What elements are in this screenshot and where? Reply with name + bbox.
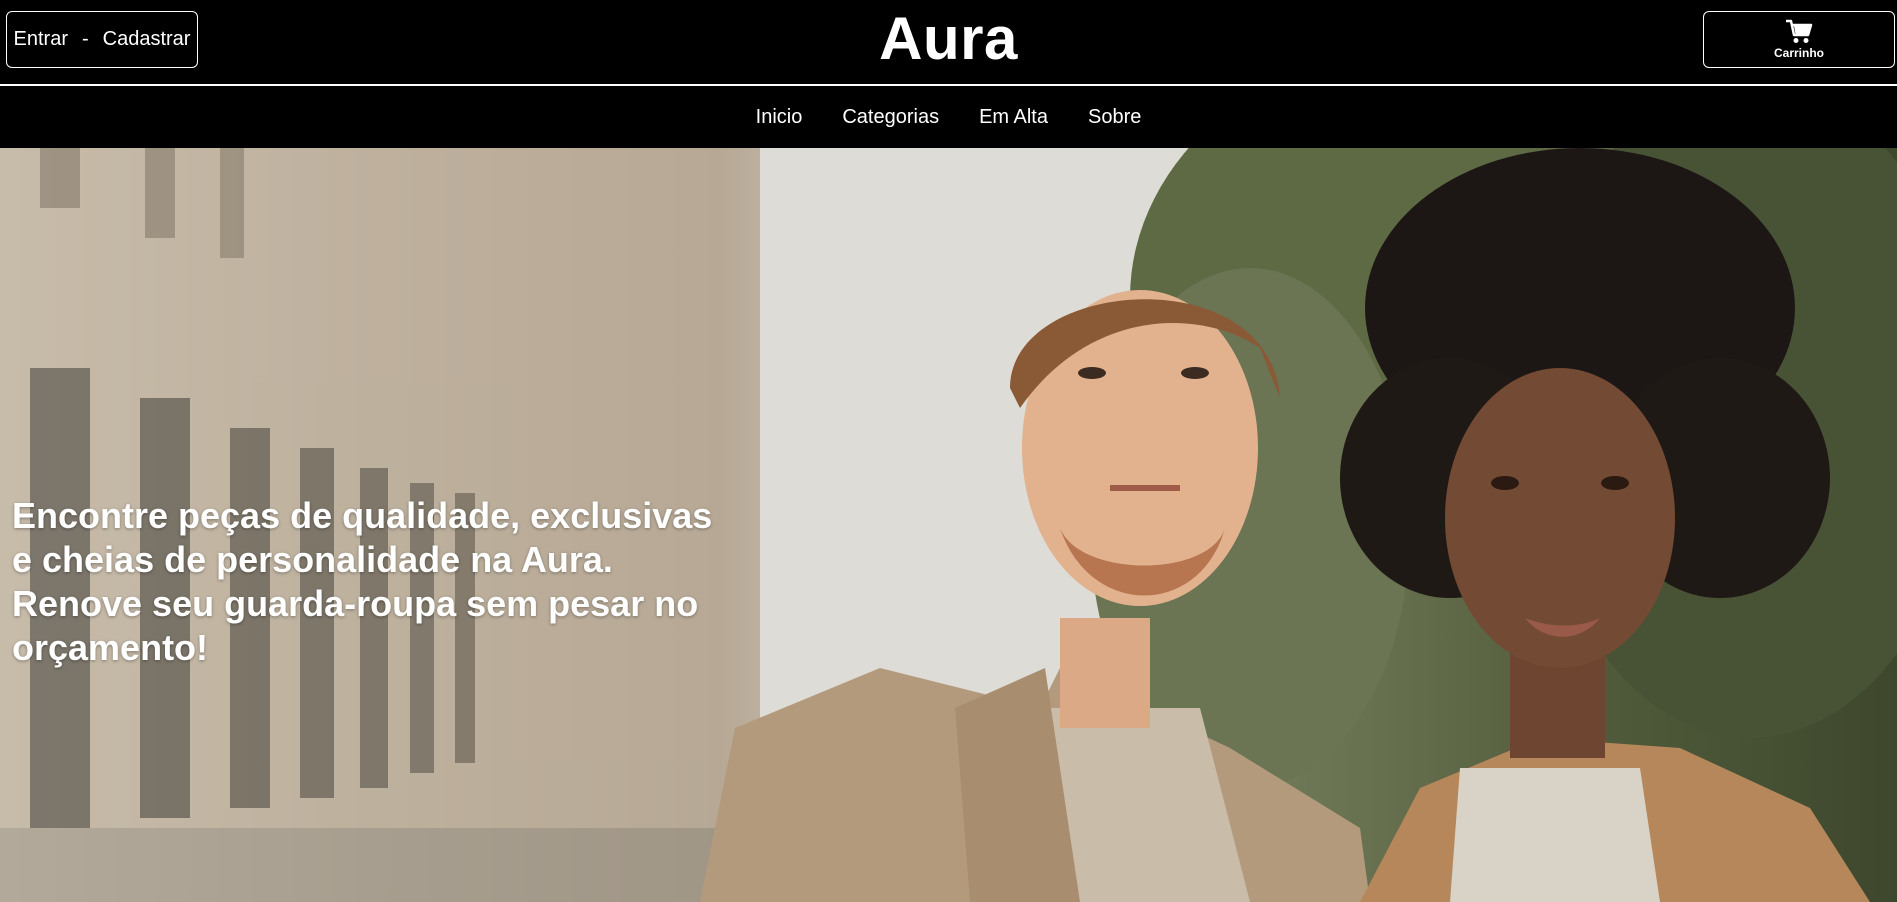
cart-icon	[1786, 19, 1813, 43]
nav-item-categorias[interactable]: Categorias	[842, 106, 939, 129]
nav-item-inicio[interactable]: Inicio	[756, 106, 803, 129]
cart-button[interactable]: Carrinho	[1703, 11, 1895, 68]
hero-headline: Encontre peças de qualidade, exclusivas …	[12, 494, 772, 670]
hero-banner: Encontre peças de qualidade, exclusivas …	[0, 148, 1897, 902]
hero-line: Renove seu guarda-roupa sem pesar no	[12, 583, 699, 624]
hero-line: orçamento!	[12, 627, 209, 668]
main-nav: Inicio Categorias Em Alta Sobre	[0, 86, 1897, 148]
brand-logo[interactable]: Aura	[0, 4, 1897, 73]
top-header: Entrar - Cadastrar Aura Carrinho	[0, 0, 1897, 86]
cart-label: Carrinho	[1773, 46, 1824, 60]
nav-item-sobre[interactable]: Sobre	[1088, 106, 1141, 129]
hero-line: Encontre peças de qualidade, exclusivas	[12, 495, 713, 536]
nav-item-em-alta[interactable]: Em Alta	[979, 106, 1048, 129]
hero-line: e cheias de personalidade na Aura.	[12, 539, 613, 580]
